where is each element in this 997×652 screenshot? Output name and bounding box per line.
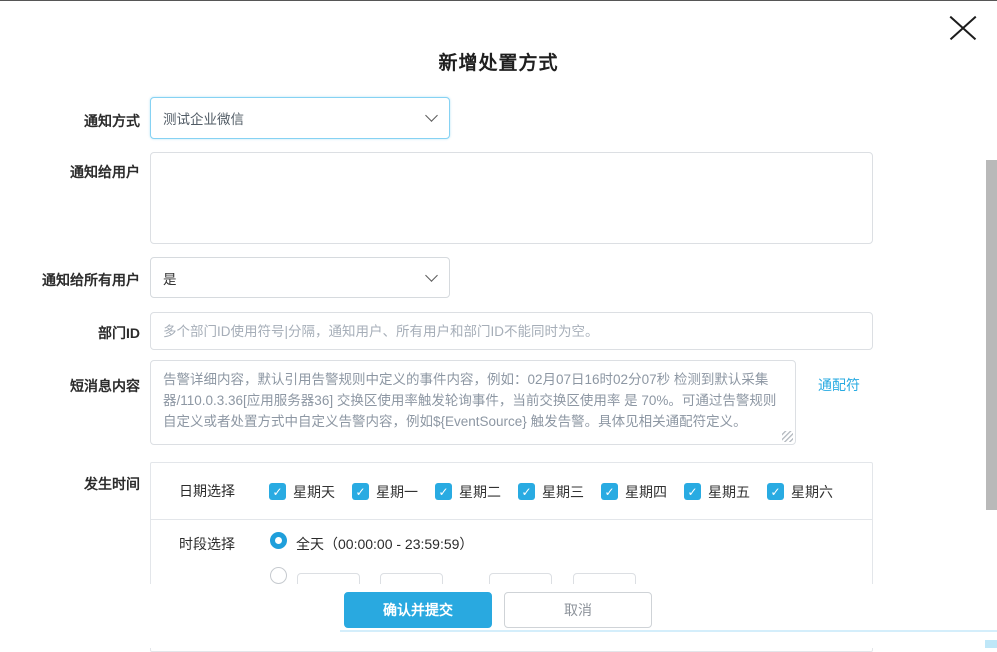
checkbox-checked-icon[interactable]: ✓ [518,483,535,500]
weekday-saturday[interactable]: ✓ 星期六 [767,482,850,502]
wildcard-link[interactable]: 通配符 [818,375,860,395]
footer-bar: 确认并提交 取消 [0,584,997,648]
page-title: 新增处置方式 [0,48,997,75]
confirm-submit-button[interactable]: 确认并提交 [344,592,492,628]
checkbox-checked-icon[interactable]: ✓ [269,483,286,500]
sms-content-value: 告警详细内容，默认引用告警规则中定义的事件内容，例如：02月07日16时02分0… [163,372,776,429]
notify-all-label: 通知给所有用户 [10,270,140,290]
notify-method-select[interactable]: 测试企业微信 [150,97,450,139]
underlying-element-corner [985,640,997,648]
checkbox-checked-icon[interactable]: ✓ [601,483,618,500]
checkbox-checked-icon[interactable]: ✓ [684,483,701,500]
chevron-down-icon [425,269,438,282]
time-select-label: 时段选择 [179,534,235,554]
cancel-button[interactable]: 取消 [504,592,652,628]
dept-id-label: 部门ID [30,323,140,343]
top-divider [0,0,997,1]
checkbox-checked-icon[interactable]: ✓ [767,483,784,500]
modal-dialog: 新增处置方式 通知方式 测试企业微信 通知给用户 通知给所有用户 是 部门ID … [0,0,997,648]
date-select-label: 日期选择 [179,481,235,501]
checkbox-checked-icon[interactable]: ✓ [352,483,369,500]
checkbox-checked-icon[interactable]: ✓ [435,483,452,500]
notify-all-select[interactable]: 是 [150,257,450,298]
weekday-thursday[interactable]: ✓ 星期四 [601,482,684,502]
notify-users-label: 通知给用户 [30,162,140,182]
notify-users-textarea[interactable] [150,152,873,244]
chevron-down-icon [425,109,438,122]
notify-method-label: 通知方式 [30,111,140,131]
weekday-wednesday[interactable]: ✓ 星期三 [518,482,601,502]
close-icon[interactable] [944,10,982,46]
resize-handle-icon[interactable] [782,431,793,442]
notify-method-value: 测试企业微信 [163,108,244,128]
all-day-radio[interactable] [270,532,287,549]
weekday-checkbox-group: ✓ 星期天 ✓ 星期一 ✓ 星期二 ✓ 星期三 ✓ 星期四 ✓ 星期五 [269,463,850,520]
weekday-friday[interactable]: ✓ 星期五 [684,482,767,502]
vertical-scrollbar-thumb[interactable] [986,160,997,510]
underlying-element-edge [340,630,997,632]
weekday-sunday[interactable]: ✓ 星期天 [269,482,352,502]
sms-content-textarea[interactable]: 告警详细内容，默认引用告警规则中定义的事件内容，例如：02月07日16时02分0… [150,360,796,445]
all-day-label: 全天（00:00:00 - 23:59:59） [296,534,473,554]
custom-time-radio[interactable] [270,567,287,584]
dept-id-input[interactable] [150,312,873,350]
notify-all-value: 是 [163,268,177,288]
weekday-monday[interactable]: ✓ 星期一 [352,482,435,502]
weekday-tuesday[interactable]: ✓ 星期二 [435,482,518,502]
sms-content-label: 短消息内容 [30,376,140,396]
occurrence-label: 发生时间 [30,474,140,494]
